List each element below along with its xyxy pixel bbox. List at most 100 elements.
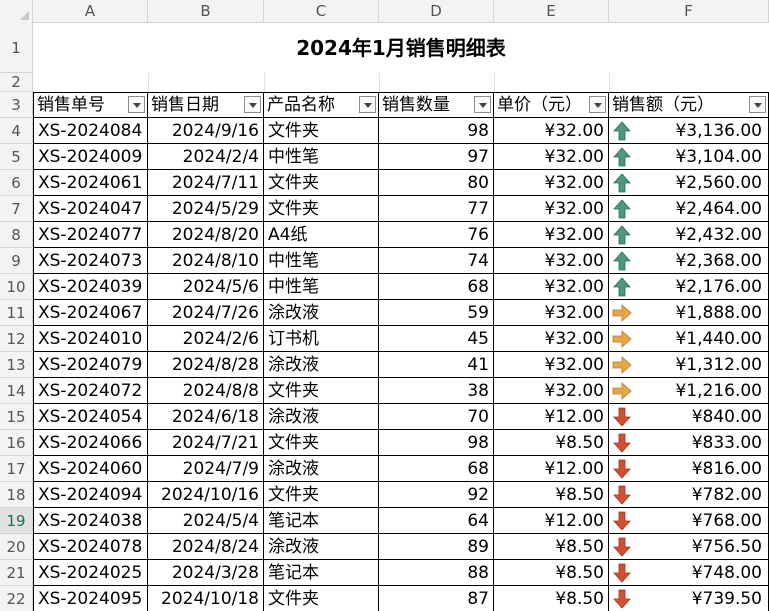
cell-a11[interactable]: XS-2024067 [33, 300, 148, 326]
cell-e21[interactable]: ¥8.50 [494, 560, 609, 586]
cell-a6[interactable]: XS-2024061 [33, 170, 148, 196]
cell-a15[interactable]: XS-2024054 [33, 404, 148, 430]
row-header-6[interactable]: 6 [0, 170, 33, 196]
cell-d20[interactable]: 89 [379, 534, 494, 560]
cell-c4[interactable]: 文件夹 [264, 118, 379, 144]
cell-f20[interactable]: ¥756.50 [609, 534, 769, 560]
cell-d13[interactable]: 41 [379, 352, 494, 378]
cell-e12[interactable]: ¥32.00 [494, 326, 609, 352]
cell-e13[interactable]: ¥32.00 [494, 352, 609, 378]
cell-b16[interactable]: 2024/7/21 [148, 430, 264, 456]
cell-c13[interactable]: 涂改液 [264, 352, 379, 378]
cell-b17[interactable]: 2024/7/9 [148, 456, 264, 482]
row-header-3[interactable]: 3 [0, 92, 33, 118]
sheet-title[interactable]: 2024年1月销售明细表 [33, 23, 769, 73]
cell-a20[interactable]: XS-2024078 [33, 534, 148, 560]
cell-f13[interactable]: ¥1,312.00 [609, 352, 769, 378]
cell-c20[interactable]: 涂改液 [264, 534, 379, 560]
row-header-1[interactable]: 1 [0, 23, 33, 73]
cell-e18[interactable]: ¥8.50 [494, 482, 609, 508]
cell-a8[interactable]: XS-2024077 [33, 222, 148, 248]
cell-d17[interactable]: 68 [379, 456, 494, 482]
cell-f22[interactable]: ¥739.50 [609, 586, 769, 611]
cell-f5[interactable]: ¥3,104.00 [609, 144, 769, 170]
cell-f21[interactable]: ¥748.00 [609, 560, 769, 586]
cell-d11[interactable]: 59 [379, 300, 494, 326]
cell-b12[interactable]: 2024/2/6 [148, 326, 264, 352]
cell-d4[interactable]: 98 [379, 118, 494, 144]
filter-dropdown-icon[interactable] [474, 96, 491, 113]
cell-c6[interactable]: 文件夹 [264, 170, 379, 196]
cell-a18[interactable]: XS-2024094 [33, 482, 148, 508]
column-header-e[interactable]: E [494, 0, 609, 23]
cell-d7[interactable]: 77 [379, 196, 494, 222]
cell-d18[interactable]: 92 [379, 482, 494, 508]
cell-e9[interactable]: ¥32.00 [494, 248, 609, 274]
cell-f19[interactable]: ¥768.00 [609, 508, 769, 534]
cell-b20[interactable]: 2024/8/24 [148, 534, 264, 560]
cell-c17[interactable]: 涂改液 [264, 456, 379, 482]
header-cell-b[interactable]: 销售日期 [148, 92, 264, 118]
row-header-7[interactable]: 7 [0, 196, 33, 222]
cell-f7[interactable]: ¥2,464.00 [609, 196, 769, 222]
cell-b21[interactable]: 2024/3/28 [148, 560, 264, 586]
cell-d6[interactable]: 80 [379, 170, 494, 196]
column-header-d[interactable]: D [379, 0, 494, 23]
cell-d5[interactable]: 97 [379, 144, 494, 170]
cell-a16[interactable]: XS-2024066 [33, 430, 148, 456]
cell-e19[interactable]: ¥12.00 [494, 508, 609, 534]
cell-d21[interactable]: 88 [379, 560, 494, 586]
row-header-19[interactable]: 19 [0, 508, 33, 534]
cell-a19[interactable]: XS-2024038 [33, 508, 148, 534]
row-header-8[interactable]: 8 [0, 222, 33, 248]
row-header-20[interactable]: 20 [0, 534, 33, 560]
row-header-18[interactable]: 18 [0, 482, 33, 508]
cell-c15[interactable]: 涂改液 [264, 404, 379, 430]
header-cell-d[interactable]: 销售数量 [379, 92, 494, 118]
cell-b14[interactable]: 2024/8/8 [148, 378, 264, 404]
row-header-13[interactable]: 13 [0, 352, 33, 378]
row-header-16[interactable]: 16 [0, 430, 33, 456]
cell-b9[interactable]: 2024/8/10 [148, 248, 264, 274]
cell-d16[interactable]: 98 [379, 430, 494, 456]
cell-c14[interactable]: 文件夹 [264, 378, 379, 404]
cell-f4[interactable]: ¥3,136.00 [609, 118, 769, 144]
cell-c9[interactable]: 中性笔 [264, 248, 379, 274]
column-header-b[interactable]: B [148, 0, 264, 23]
select-all-corner[interactable] [0, 0, 33, 23]
cell-b10[interactable]: 2024/5/6 [148, 274, 264, 300]
cell-f18[interactable]: ¥782.00 [609, 482, 769, 508]
filter-dropdown-icon[interactable] [589, 96, 606, 113]
cell-f15[interactable]: ¥840.00 [609, 404, 769, 430]
row-header-11[interactable]: 11 [0, 300, 33, 326]
cell-a5[interactable]: XS-2024009 [33, 144, 148, 170]
header-cell-c[interactable]: 产品名称 [264, 92, 379, 118]
cell-d22[interactable]: 87 [379, 586, 494, 611]
header-cell-a[interactable]: 销售单号 [33, 92, 148, 118]
cell-a12[interactable]: XS-2024010 [33, 326, 148, 352]
cell-e10[interactable]: ¥32.00 [494, 274, 609, 300]
cell-a9[interactable]: XS-2024073 [33, 248, 148, 274]
cell-c5[interactable]: 中性笔 [264, 144, 379, 170]
cell-e8[interactable]: ¥32.00 [494, 222, 609, 248]
cell-b4[interactable]: 2024/9/16 [148, 118, 264, 144]
row-header-17[interactable]: 17 [0, 456, 33, 482]
cell-e7[interactable]: ¥32.00 [494, 196, 609, 222]
cell-a17[interactable]: XS-2024060 [33, 456, 148, 482]
header-cell-f[interactable]: 销售额（元） [609, 92, 769, 118]
row-header-21[interactable]: 21 [0, 560, 33, 586]
cell-e16[interactable]: ¥8.50 [494, 430, 609, 456]
column-header-c[interactable]: C [264, 0, 379, 23]
cell-d19[interactable]: 64 [379, 508, 494, 534]
row-header-12[interactable]: 12 [0, 326, 33, 352]
cell-f6[interactable]: ¥2,560.00 [609, 170, 769, 196]
cell-d8[interactable]: 76 [379, 222, 494, 248]
column-header-a[interactable]: A [33, 0, 148, 23]
cell-e4[interactable]: ¥32.00 [494, 118, 609, 144]
filter-dropdown-icon[interactable] [359, 96, 376, 113]
cell-f12[interactable]: ¥1,440.00 [609, 326, 769, 352]
cell-b19[interactable]: 2024/5/4 [148, 508, 264, 534]
cell-c12[interactable]: 订书机 [264, 326, 379, 352]
cell-d14[interactable]: 38 [379, 378, 494, 404]
cell-d15[interactable]: 70 [379, 404, 494, 430]
